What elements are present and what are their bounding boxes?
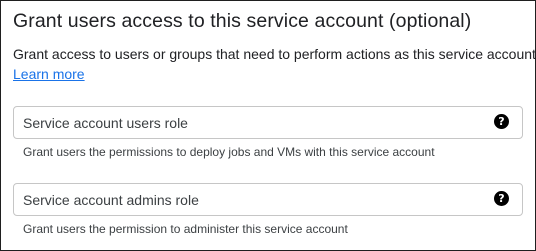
learn-more-link[interactable]: Learn more	[13, 64, 85, 84]
grant-access-panel: Grant users access to this service accou…	[0, 0, 536, 251]
help-circle-icon[interactable]: ?	[494, 191, 509, 206]
field-hint: Grant users the permissions to deploy jo…	[23, 145, 435, 159]
field-hint: Grant users the permission to administer…	[23, 222, 348, 236]
help-circle-icon[interactable]: ?	[494, 114, 509, 129]
service-account-admins-role-input[interactable]: Service account admins role ?	[13, 183, 523, 216]
service-account-users-role-input[interactable]: Service account users role ?	[13, 106, 523, 139]
field-label: Service account users role	[23, 115, 188, 131]
section-title: Grant users access to this service accou…	[13, 10, 472, 32]
section-description: Grant access to users or groups that nee…	[13, 46, 536, 62]
field-label: Service account admins role	[23, 192, 199, 208]
